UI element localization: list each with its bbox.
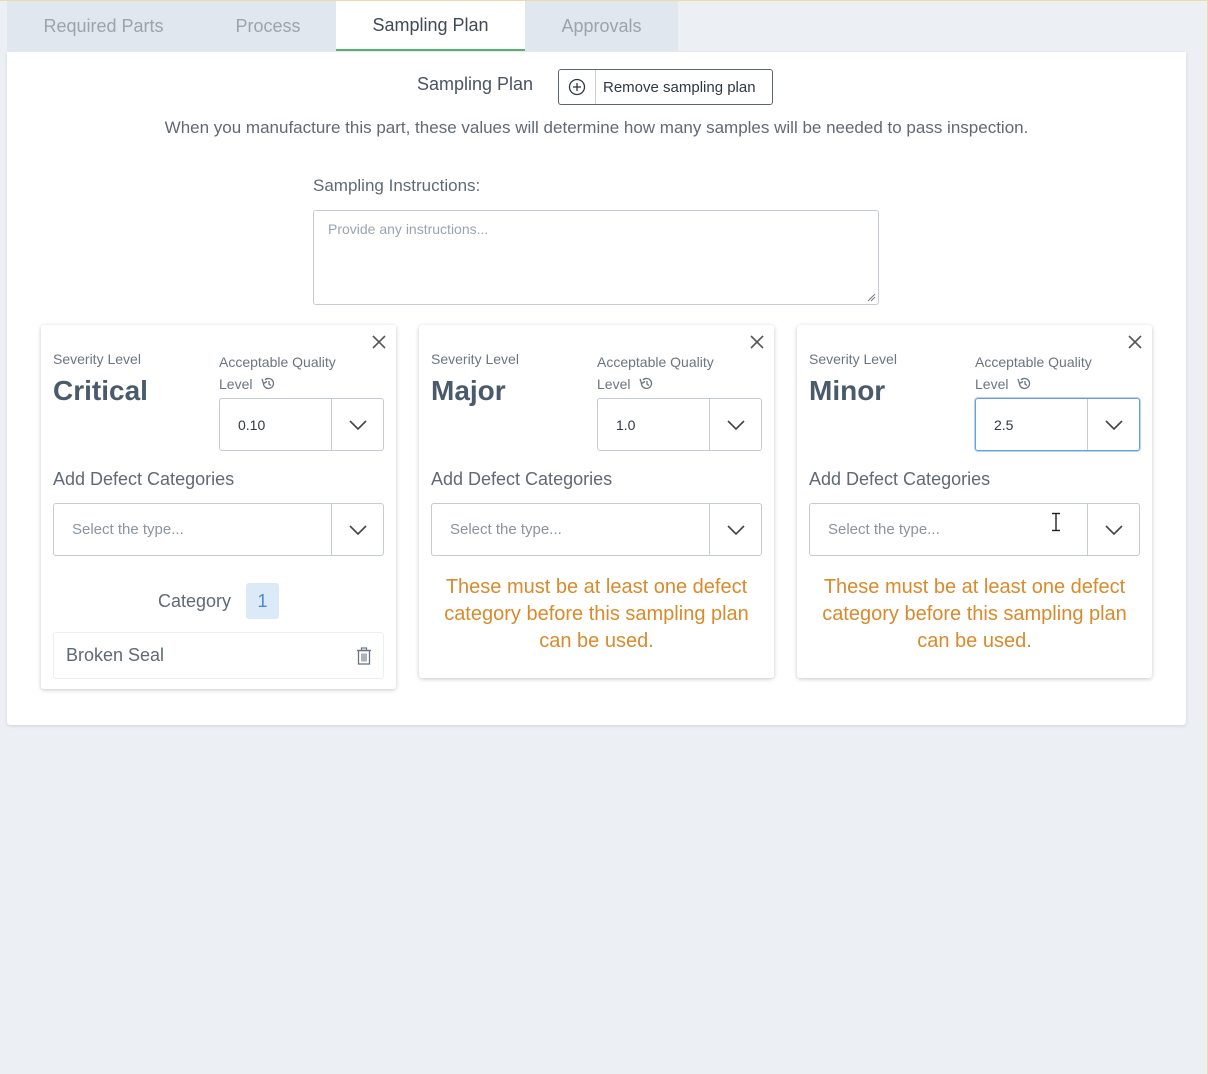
chevron-down-icon[interactable] bbox=[1087, 504, 1139, 555]
add-defect-categories-label: Add Defect Categories bbox=[53, 469, 235, 489]
chevron-down-icon[interactable] bbox=[1087, 399, 1139, 450]
chevron-down-icon[interactable] bbox=[709, 399, 761, 450]
aql-label-text: Acceptable Quality Level bbox=[219, 354, 336, 392]
chevron-down-icon[interactable] bbox=[331, 504, 383, 555]
severity-card-major: Severity Level Major Acceptable Quality … bbox=[419, 325, 774, 678]
category-label: Category bbox=[157, 590, 232, 611]
defect-type-select[interactable]: Select the type... bbox=[53, 503, 384, 556]
tab-bar: Required Parts Process Sampling Plan App… bbox=[7, 1, 678, 52]
close-icon[interactable] bbox=[371, 334, 387, 350]
plus-circle-icon bbox=[559, 70, 596, 104]
sampling-plan-panel: Sampling Plan Remove sampling plan When … bbox=[7, 52, 1186, 725]
defect-type-placeholder: Select the type... bbox=[450, 521, 562, 538]
defect-type-select[interactable]: Select the type... bbox=[431, 503, 762, 556]
trash-icon[interactable] bbox=[356, 646, 372, 665]
text-cursor-icon bbox=[1052, 512, 1060, 532]
defect-type-placeholder: Select the type... bbox=[810, 504, 1087, 555]
close-icon[interactable] bbox=[1127, 334, 1143, 350]
severity-level-value: Critical bbox=[53, 375, 148, 406]
severity-card-minor: Severity Level Minor Acceptable Quality … bbox=[797, 325, 1152, 678]
no-defect-category-warning: These must be at least one defect catego… bbox=[444, 576, 749, 652]
category-name: Broken Seal bbox=[66, 645, 165, 665]
add-defect-categories-label: Add Defect Categories bbox=[809, 469, 991, 489]
resize-grip-icon[interactable] bbox=[867, 293, 876, 302]
aql-value: 0.10 bbox=[238, 416, 266, 433]
aql-value: 1.0 bbox=[616, 416, 636, 433]
severity-level-value: Major bbox=[431, 375, 506, 406]
aql-label-text: Acceptable Quality Level bbox=[975, 354, 1092, 392]
sampling-instructions-placeholder: Provide any instructions... bbox=[328, 221, 489, 237]
aql-value: 2.5 bbox=[994, 416, 1014, 433]
aql-select[interactable]: 0.10 bbox=[219, 398, 384, 451]
aql-label: Acceptable Quality Level bbox=[219, 351, 369, 395]
severity-level-label: Severity Level bbox=[53, 351, 141, 367]
remove-sampling-plan-button[interactable]: Remove sampling plan bbox=[558, 69, 773, 105]
history-icon[interactable] bbox=[638, 376, 654, 391]
chevron-down-icon[interactable] bbox=[331, 399, 383, 450]
defect-type-placeholder-text: Select the type... bbox=[828, 521, 940, 538]
severity-level-label: Severity Level bbox=[431, 351, 519, 367]
add-defect-categories-label: Add Defect Categories bbox=[431, 469, 613, 489]
aql-label: Acceptable Quality Level bbox=[975, 351, 1125, 395]
category-header: Category 1 bbox=[41, 583, 396, 619]
severity-level-label: Severity Level bbox=[809, 351, 897, 367]
severity-card-critical: Severity Level Critical Acceptable Quali… bbox=[41, 325, 396, 689]
chevron-down-icon[interactable] bbox=[709, 504, 761, 555]
history-icon[interactable] bbox=[1016, 376, 1032, 391]
defect-type-placeholder: Select the type... bbox=[72, 521, 184, 538]
category-count-badge: 1 bbox=[246, 583, 280, 619]
no-defect-category-warning: These must be at least one defect catego… bbox=[822, 576, 1127, 652]
tab-approvals[interactable]: Approvals bbox=[525, 1, 678, 51]
sampling-instructions-label: Sampling Instructions: bbox=[313, 176, 481, 195]
aql-label: Acceptable Quality Level bbox=[597, 351, 747, 395]
sampling-instructions-textarea[interactable]: Provide any instructions... bbox=[313, 210, 879, 305]
remove-sampling-plan-label: Remove sampling plan bbox=[603, 78, 756, 96]
history-icon[interactable] bbox=[260, 376, 276, 391]
aql-select[interactable]: 1.0 bbox=[597, 398, 762, 451]
tab-required-parts[interactable]: Required Parts bbox=[7, 1, 200, 51]
sampling-plan-description: When you manufacture this part, these va… bbox=[164, 118, 1029, 137]
severity-level-value: Minor bbox=[809, 375, 886, 406]
tab-process[interactable]: Process bbox=[200, 1, 336, 51]
tab-sampling-plan[interactable]: Sampling Plan bbox=[336, 1, 525, 51]
category-list-item: Broken Seal bbox=[53, 632, 384, 679]
defect-type-select[interactable]: Select the type... bbox=[809, 503, 1140, 556]
close-icon[interactable] bbox=[749, 334, 765, 350]
aql-select[interactable]: 2.5 bbox=[975, 398, 1140, 451]
aql-label-text: Acceptable Quality Level bbox=[597, 354, 714, 392]
sampling-plan-title: Sampling Plan bbox=[417, 74, 534, 94]
